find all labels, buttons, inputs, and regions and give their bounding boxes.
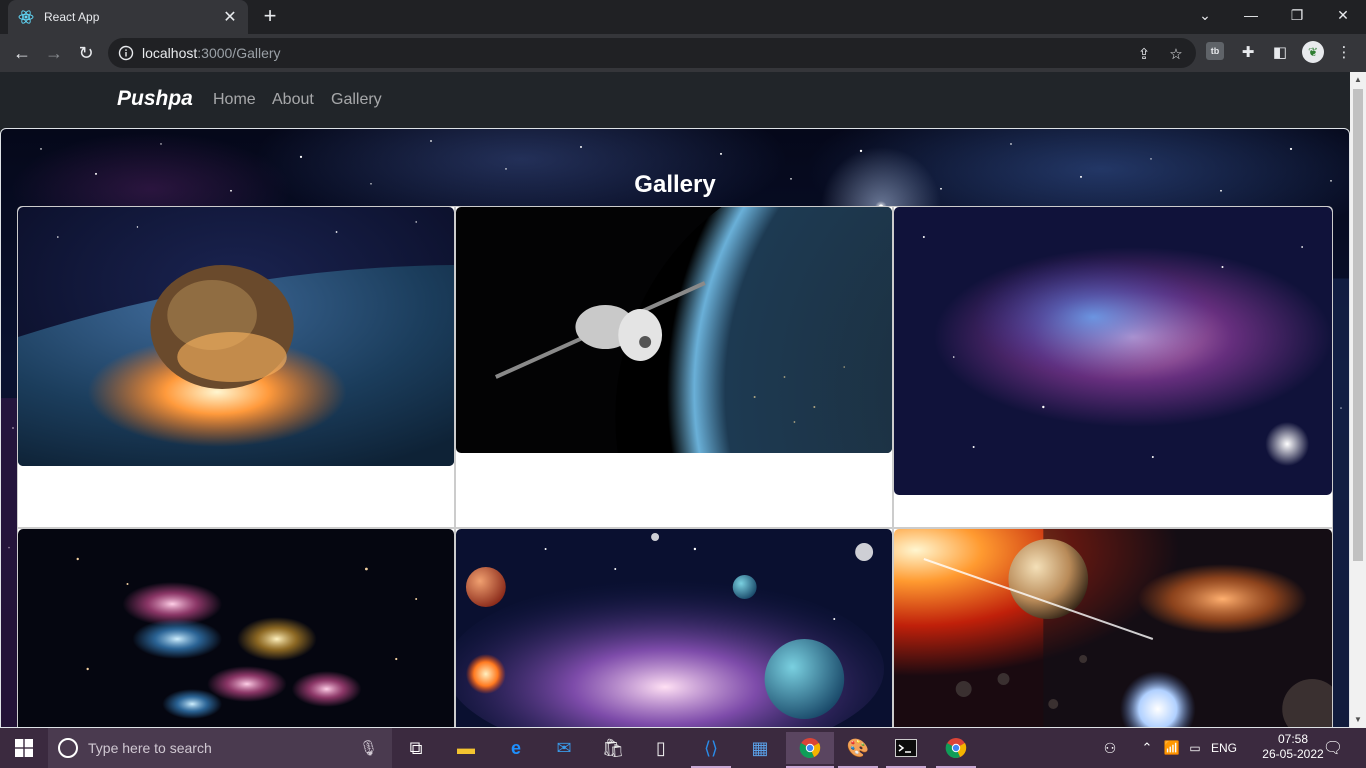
chrome-icon bbox=[799, 738, 821, 758]
page-scrollbar[interactable]: ▲ ▼ bbox=[1350, 72, 1366, 728]
url-host: localhost bbox=[142, 45, 198, 61]
minimize-button[interactable]: — bbox=[1228, 0, 1274, 30]
reload-icon[interactable]: ↻ bbox=[73, 40, 99, 66]
battery-icon[interactable]: ▭ bbox=[1186, 728, 1204, 768]
task-view-icon[interactable]: ⧉ bbox=[396, 732, 436, 764]
close-tab-icon[interactable]: ✕ bbox=[222, 7, 238, 27]
planets-nebula-image[interactable] bbox=[456, 529, 892, 728]
news-icon[interactable]: ▦ bbox=[740, 732, 780, 764]
asteroid-image[interactable] bbox=[18, 207, 454, 466]
clock-time: 07:58 bbox=[1277, 732, 1309, 746]
page-viewport: Pushpa Home About Gallery Gallery bbox=[0, 72, 1350, 728]
nebula-image[interactable] bbox=[894, 207, 1332, 495]
search-placeholder: Type here to search bbox=[88, 740, 212, 756]
tray-overflow-icon[interactable]: ⌃ bbox=[1138, 728, 1156, 768]
scroll-thumb[interactable] bbox=[1353, 89, 1363, 561]
brand-logo[interactable]: Pushpa bbox=[117, 87, 193, 111]
gallery-card bbox=[455, 528, 893, 728]
satellite-image[interactable] bbox=[456, 207, 892, 453]
windows-logo-icon bbox=[15, 739, 33, 757]
tab-search-icon[interactable]: ⌄ bbox=[1182, 0, 1228, 30]
galaxies-image[interactable] bbox=[18, 529, 454, 728]
tab-title: React App bbox=[44, 10, 100, 24]
gallery-section: Gallery bbox=[0, 128, 1350, 728]
url-path: :3000/Gallery bbox=[197, 45, 281, 61]
mail-icon[interactable]: ✉ bbox=[544, 732, 584, 764]
gallery-card bbox=[17, 528, 455, 728]
site-navbar: Pushpa Home About Gallery bbox=[0, 72, 1350, 128]
browser-tab[interactable]: React App ✕ bbox=[8, 0, 248, 34]
microphone-icon[interactable]: 🎙 bbox=[359, 739, 378, 757]
gallery-card bbox=[455, 206, 893, 528]
nav-link-gallery[interactable]: Gallery bbox=[331, 91, 382, 109]
react-logo-icon bbox=[18, 10, 34, 24]
star-icon[interactable]: ☆ bbox=[1167, 45, 1185, 63]
chrome-icon[interactable] bbox=[936, 732, 976, 764]
taskbar-search[interactable]: Type here to search 🎙 bbox=[48, 728, 392, 768]
terminal-icon[interactable] bbox=[886, 732, 926, 764]
menu-icon[interactable]: ⋮ bbox=[1334, 42, 1354, 62]
solar-system-image[interactable] bbox=[894, 529, 1332, 728]
store-icon[interactable]: 🛍 bbox=[593, 732, 633, 764]
windows-taskbar: Type here to search 🎙 ⧉ ▬ e ✉ 🛍 ▯ ⟨⟩ ▦ 🎨… bbox=[0, 728, 1366, 768]
gallery-card bbox=[893, 528, 1333, 728]
wifi-icon[interactable]: 📶 bbox=[1162, 728, 1182, 768]
address-bar[interactable]: localhost :3000/Gallery ⇪ ☆ bbox=[108, 38, 1196, 68]
scroll-up-arrow-icon[interactable]: ▲ bbox=[1350, 72, 1366, 88]
paint-icon[interactable]: 🎨 bbox=[838, 732, 878, 764]
language-indicator[interactable]: ENG bbox=[1208, 728, 1240, 768]
back-icon[interactable]: ← bbox=[9, 40, 35, 66]
scroll-down-arrow-icon[interactable]: ▼ bbox=[1350, 712, 1366, 728]
file-explorer-icon[interactable]: ▬ bbox=[446, 732, 486, 764]
gallery-title: Gallery bbox=[634, 171, 716, 198]
gallery-card bbox=[17, 206, 455, 528]
taskbar-clock[interactable]: 07:58 26-05-2022 bbox=[1262, 732, 1324, 762]
new-tab-button[interactable]: + bbox=[258, 5, 282, 29]
info-icon[interactable] bbox=[118, 45, 134, 61]
gallery-card bbox=[893, 206, 1333, 528]
people-icon[interactable]: ⚇ bbox=[1098, 728, 1122, 768]
share-icon[interactable]: ⇪ bbox=[1135, 45, 1153, 63]
clock-date: 26-05-2022 bbox=[1262, 747, 1324, 761]
close-window-button[interactable]: ✕ bbox=[1320, 0, 1366, 30]
start-button[interactable] bbox=[0, 728, 48, 768]
extension-icon[interactable]: tb bbox=[1206, 42, 1224, 60]
notification-icon[interactable]: 🗨 bbox=[1320, 728, 1346, 768]
browser-tab-strip: React App ✕ + ⌄ — ❐ ✕ bbox=[0, 0, 1366, 34]
cortana-icon bbox=[58, 738, 78, 758]
profile-icon[interactable]: ❦ bbox=[1302, 41, 1324, 63]
puzzle-icon[interactable]: ✚ bbox=[1238, 42, 1258, 62]
chrome-profile-icon[interactable] bbox=[786, 732, 834, 764]
forward-icon[interactable]: → bbox=[41, 40, 67, 66]
sidebar-icon[interactable]: ◧ bbox=[1270, 42, 1290, 62]
nav-link-home[interactable]: Home bbox=[213, 91, 256, 109]
restore-button[interactable]: ❐ bbox=[1274, 0, 1320, 30]
edge-icon[interactable]: e bbox=[496, 732, 536, 764]
nav-link-about[interactable]: About bbox=[272, 91, 314, 109]
notepad-icon[interactable]: ▯ bbox=[641, 732, 681, 764]
browser-toolbar: ← → ↻ localhost :3000/Gallery ⇪ ☆ tb ✚ ◧… bbox=[0, 34, 1366, 72]
vscode-icon[interactable]: ⟨⟩ bbox=[691, 732, 731, 764]
